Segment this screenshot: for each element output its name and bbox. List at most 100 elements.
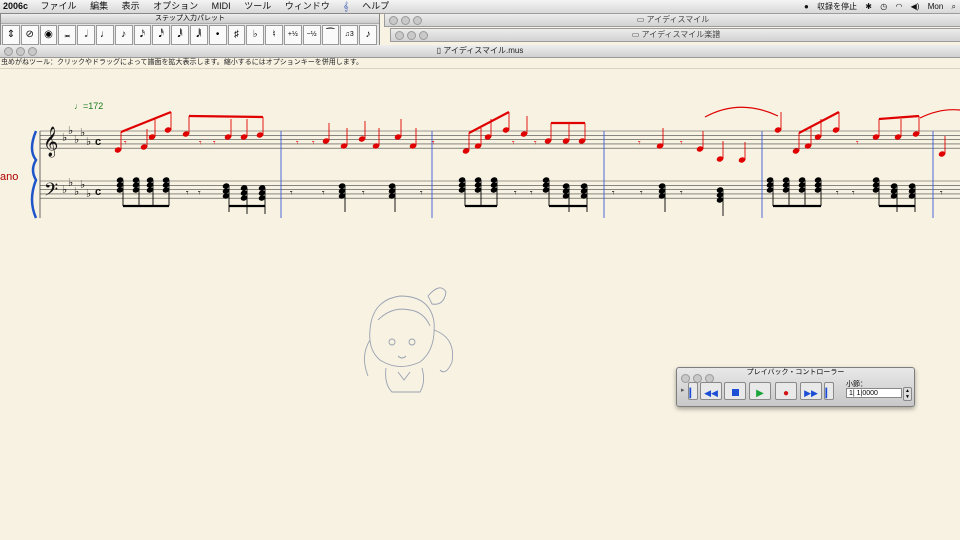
natural-icon[interactable]: ♮ — [265, 25, 283, 45]
rest: 𝄾 — [512, 138, 515, 149]
score-area[interactable]: 𝄞𝄢♭♭♭♭♭♭♭♭♭♭cc 𝄾 𝄾 𝄾 𝄾 𝄾 𝄾 𝄾 𝄾 𝄾 𝄾 𝄾𝄾 𝄾 𝄾 𝄾 𝄾 𝄾 𝄾 𝄾 𝄾 𝄾 𝄾 𝄾 𝄾 𝄾 — [0, 70, 960, 540]
rest: 𝄾 — [680, 138, 683, 149]
palette-title: ステップ入力パレット — [1, 14, 379, 24]
forward-end-button[interactable]: ▎ — [824, 382, 834, 400]
tuplet-icon[interactable]: ♫3 — [340, 25, 359, 45]
rest: 𝄾 — [420, 188, 423, 199]
bg-window-2[interactable]: ▭ アイディスマイル楽譜 — [390, 28, 960, 42]
rewind-button[interactable]: ◀◀ — [700, 382, 722, 400]
key-signature-flat: ♭ — [62, 184, 67, 196]
half-note-icon[interactable]: 𝅗𝅥 — [77, 25, 95, 45]
stop-button[interactable] — [724, 382, 746, 400]
bluetooth-icon[interactable]: ✱ — [865, 2, 872, 11]
menu-help[interactable]: ヘルプ — [362, 0, 389, 13]
status-area: ● 収録を停止 ✱ ◷ ◠ ◀) Mon ⌕ — [798, 0, 956, 13]
palette-tools: ⇕ ⊘ ◉ 𝅜 𝅗𝅥 ♩ ♪ 𝅘𝅥𝅯 𝅘𝅥𝅰 𝅘𝅥𝅱 𝅘𝅥𝅲 • ♯ ♭ ♮ +… — [1, 24, 379, 46]
rest: 𝄾 — [186, 188, 189, 199]
key-signature-flat: ♭ — [62, 132, 67, 144]
key-signature-flat: ♭ — [68, 125, 73, 137]
eye-tool-icon[interactable]: ◉ — [39, 25, 58, 45]
record-button[interactable]: ● — [775, 382, 797, 400]
grace-note-icon[interactable]: ♪ — [359, 25, 377, 45]
rest: 𝄾 — [530, 188, 533, 199]
forward-end-icon: ▎ — [825, 388, 833, 398]
clock-text[interactable]: Mon — [928, 2, 944, 11]
half-step-up-icon[interactable]: +½ — [283, 25, 302, 45]
document-titlebar[interactable]: ▯ アイディスマイル.mus — [0, 45, 960, 58]
sixty-fourth-note-icon[interactable]: 𝅘𝅥𝅱 — [171, 25, 189, 45]
document-title: アイディスマイル.mus — [443, 46, 524, 55]
rest: 𝄾 — [312, 138, 315, 149]
key-signature-flat: ♭ — [74, 186, 79, 198]
tie-icon[interactable]: ⁀ — [321, 25, 340, 45]
bg-window-1[interactable]: ▭ アイディスマイル — [384, 13, 960, 27]
record-icon[interactable]: ● — [804, 2, 809, 11]
rewind-start-button[interactable]: ▎ — [688, 382, 698, 400]
dot-icon[interactable]: • — [208, 25, 227, 45]
recording-status[interactable]: 収録を停止 — [817, 2, 857, 11]
rest: 𝄾 — [199, 138, 202, 149]
rest: 𝄾 — [852, 188, 855, 199]
quarter-note-icon[interactable]: ♩ — [95, 25, 114, 45]
bass-clef: 𝄢 — [44, 180, 58, 205]
minimize-icon[interactable] — [16, 47, 25, 56]
app-menu[interactable]: 2006c — [3, 1, 28, 11]
half-step-down-icon[interactable]: −½ — [302, 25, 321, 45]
key-signature-flat: ♭ — [80, 127, 85, 139]
step-entry-palette: ステップ入力パレット ⇕ ⊘ ◉ 𝅜 𝅗𝅥 ♩ ♪ 𝅘𝅥𝅯 𝅘𝅥𝅰 𝅘𝅥𝅱 𝅘𝅥… — [0, 13, 380, 47]
beam — [878, 114, 920, 121]
menu-view[interactable]: 表示 — [122, 0, 140, 13]
rest: 𝄾 — [640, 188, 643, 199]
menu-file[interactable]: ファイル — [41, 0, 77, 13]
sharp-icon[interactable]: ♯ — [227, 25, 246, 45]
slur — [704, 106, 779, 118]
notes-layer: 𝄾 𝄾 𝄾 𝄾 𝄾 𝄾 𝄾 𝄾 𝄾 𝄾 𝄾 𝄾 𝄾 𝄾 𝄾 𝄾 𝄾 𝄾 𝄾 𝄾 𝄾 𝄾 𝄾 𝄾 𝄾 — [114, 106, 960, 216]
rest: 𝄾 — [296, 138, 299, 149]
time-signature: c — [95, 136, 101, 148]
clock-icon[interactable]: ◷ — [880, 2, 887, 11]
rest: 𝄾 — [432, 138, 435, 149]
playback-controller[interactable]: プレイバック・コントローラー ▸ ▎ ◀◀ ▶ ● ▶▶ ▎ 小節： 1| 1|… — [676, 367, 915, 407]
key-signature-flat: ♭ — [68, 177, 73, 189]
rest: 𝄾 — [680, 188, 683, 199]
fast-forward-button[interactable]: ▶▶ — [800, 382, 822, 400]
play-icon: ▶ — [756, 388, 764, 399]
eighth-note-icon[interactable]: ♪ — [114, 25, 133, 45]
search-icon[interactable]: ⌕ — [952, 2, 956, 11]
measure-stepper-icon[interactable]: ▲ ▼ — [903, 387, 912, 401]
rest: 𝄾 — [638, 138, 641, 149]
wifi-icon[interactable]: ◠ — [895, 2, 902, 11]
zoom-icon[interactable] — [28, 47, 37, 56]
menu-edit[interactable]: 編集 — [90, 0, 108, 13]
tool-hint: 虫めがねツール：クリックやドラッグによって譜面を拡大表示します。縮小するにはオプ… — [0, 58, 960, 69]
menu-tools[interactable]: ツール — [244, 0, 271, 13]
hundred-twenty-eighth-note-icon[interactable]: 𝅘𝅥𝅲 — [189, 25, 208, 45]
expand-arrow-icon[interactable]: ▸ — [681, 386, 685, 394]
volume-icon[interactable]: ◀) — [911, 2, 920, 11]
slur — [919, 109, 960, 119]
menu-options[interactable]: オプション — [153, 0, 198, 13]
play-button[interactable]: ▶ — [749, 382, 771, 400]
rewind-start-icon: ▎ — [689, 388, 697, 398]
thirty-second-note-icon[interactable]: 𝅘𝅥𝅰 — [152, 25, 171, 45]
menu-midi[interactable]: MIDI — [212, 0, 231, 13]
flat-icon[interactable]: ♭ — [246, 25, 265, 45]
chibi-sketch — [364, 287, 454, 393]
brace — [30, 130, 38, 219]
measure-field[interactable]: 1| 1|0000 — [846, 388, 902, 398]
bg-window-2-title: アイディスマイル楽譜 — [641, 30, 721, 39]
rewind-icon: ◀◀ — [704, 388, 718, 398]
eraser-tool-icon[interactable]: ⊘ — [20, 25, 39, 45]
rest: 𝄾 — [124, 138, 127, 149]
updown-tool-icon[interactable]: ⇕ — [2, 25, 20, 45]
menu-script-icon[interactable]: 𝄞 — [343, 0, 348, 13]
bg-window-1-title: アイディスマイル — [646, 15, 710, 24]
rest: 𝄾 — [514, 188, 517, 199]
time-signature: c — [95, 186, 101, 198]
rest: 𝄾 — [362, 188, 365, 199]
sixteenth-note-icon[interactable]: 𝅘𝅥𝅯 — [133, 25, 152, 45]
menu-window[interactable]: ウィンドウ — [285, 0, 330, 13]
double-whole-note-icon[interactable]: 𝅜 — [58, 25, 77, 45]
close-icon[interactable] — [4, 47, 13, 56]
beam — [188, 114, 264, 119]
